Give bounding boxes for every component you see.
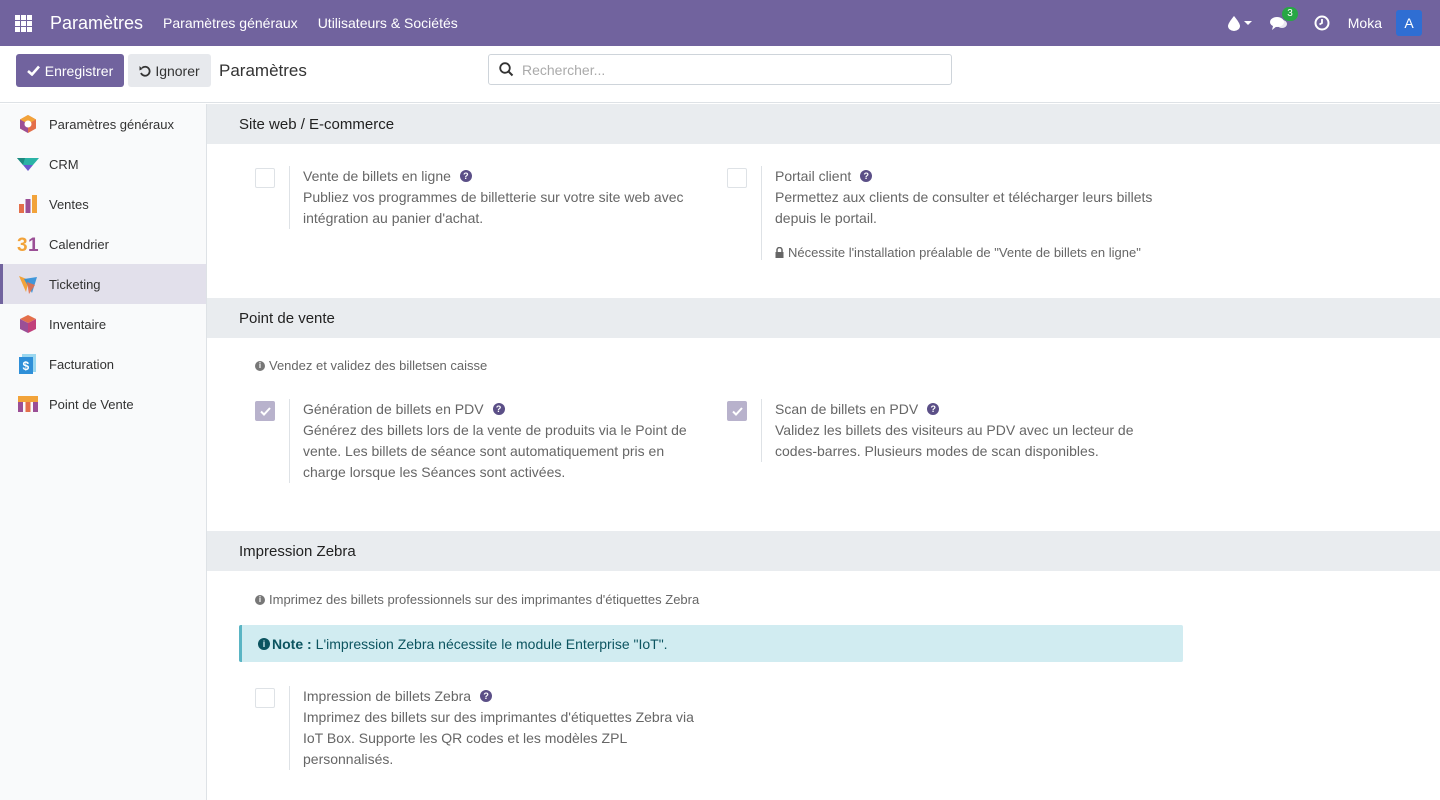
setting-description: Imprimez des billets sur des imprimantes…	[303, 709, 694, 767]
svg-text:1: 1	[28, 235, 39, 254]
sidebar-item-label: Ticketing	[49, 276, 101, 292]
discard-button[interactable]: Ignorer	[128, 54, 211, 87]
help-icon[interactable]: ?	[860, 170, 873, 182]
help-icon[interactable]: ?	[927, 403, 940, 415]
sidebar-item-sales[interactable]: Ventes	[0, 184, 206, 224]
sidebar-item-point-of-sale[interactable]: Point de Vente	[0, 384, 206, 424]
section-info: i Imprimez des billets professionnels su…	[255, 592, 699, 607]
info-icon: i	[255, 360, 265, 371]
menu-users-companies[interactable]: Utilisateurs & Sociétés	[318, 15, 458, 31]
setting-description: Permettez aux clients de consulter et té…	[775, 189, 1153, 226]
section-info: i Vendez et validez des billetsen caisse	[255, 358, 487, 373]
sidebar-item-label: Facturation	[49, 356, 115, 372]
settings-content: Site web / E-commerce Vente de billets e…	[207, 104, 1440, 800]
page-title: Paramètres	[219, 61, 307, 80]
pos-store-icon	[17, 393, 39, 415]
lock-icon	[775, 247, 784, 258]
settings-hexagon-icon	[17, 113, 39, 135]
search-icon	[499, 62, 514, 77]
alert-text: L'impression Zebra nécessite le module E…	[315, 635, 668, 652]
ticketing-icon	[17, 273, 39, 295]
alert-label: Note :	[272, 635, 312, 652]
svg-text:$: $	[23, 359, 30, 373]
check-icon	[731, 406, 743, 416]
help-icon[interactable]: ?	[480, 690, 493, 702]
sidebar-item-general-settings[interactable]: Paramètres généraux	[0, 104, 206, 144]
messages-button[interactable]: 3	[1269, 6, 1298, 31]
discard-label: Ignorer	[155, 62, 200, 79]
user-name[interactable]: Moka	[1348, 15, 1382, 31]
undo-icon	[139, 65, 151, 77]
setting-description: Publiez vos programmes de billetterie su…	[303, 189, 684, 226]
check-icon	[26, 65, 40, 76]
info-icon: i	[258, 637, 270, 650]
zebra-note-alert: i Note : L'impression Zebra nécessite le…	[239, 625, 1183, 662]
setting-requirement-note: Nécessite l'installation préalable de "V…	[788, 245, 1141, 260]
pos-scan-checkbox[interactable]	[727, 401, 747, 421]
menu-general-settings[interactable]: Paramètres généraux	[163, 15, 298, 31]
zebra-printing-checkbox[interactable]	[255, 688, 275, 708]
sidebar-item-label: Paramètres généraux	[49, 116, 175, 132]
sidebar-item-label: Ventes	[49, 196, 89, 212]
activities-button[interactable]	[1314, 15, 1330, 31]
setting-description: Validez les billets des visiteurs au PDV…	[775, 422, 1134, 459]
help-icon[interactable]: ?	[459, 170, 472, 182]
sidebar-item-crm[interactable]: CRM	[0, 144, 206, 184]
crm-icon	[17, 153, 39, 175]
setting-title: Scan de billets en PDV	[775, 401, 919, 417]
invoicing-icon: $	[17, 353, 39, 375]
help-icon[interactable]: ?	[492, 403, 505, 415]
setting-title: Impression de billets Zebra	[303, 688, 472, 704]
search-box[interactable]	[488, 54, 952, 85]
setting-title: Portail client	[775, 168, 852, 184]
avatar[interactable]: A	[1396, 10, 1422, 36]
control-panel: Enregistrer Ignorer Paramètres	[0, 46, 1440, 103]
settings-sidebar: Paramètres généraux CRM Ventes 31 Calend…	[0, 104, 207, 800]
section-title-pos: Point de vente	[207, 298, 1440, 338]
setting-title: Génération de billets en PDV	[303, 401, 484, 417]
sidebar-item-invoicing[interactable]: $ Facturation	[0, 344, 206, 384]
setting-description: Générez des billets lors de la vente de …	[303, 422, 687, 480]
sidebar-item-calendar[interactable]: 31 Calendrier	[0, 224, 206, 264]
search-input[interactable]	[522, 61, 922, 78]
check-icon	[259, 406, 271, 416]
sidebar-item-label: Inventaire	[49, 316, 107, 332]
save-button[interactable]: Enregistrer	[16, 54, 124, 87]
customer-portal-checkbox[interactable]	[727, 168, 747, 188]
debug-dropdown[interactable]	[1227, 15, 1252, 31]
droplet-icon	[1227, 15, 1240, 31]
svg-text:3: 3	[17, 235, 28, 254]
info-icon: i	[255, 594, 265, 605]
setting-title: Vente de billets en ligne	[303, 168, 451, 184]
inventory-cube-icon	[17, 313, 39, 335]
apps-menu-icon[interactable]	[0, 0, 46, 46]
sidebar-item-inventory[interactable]: Inventaire	[0, 304, 206, 344]
app-title[interactable]: Paramètres	[50, 13, 143, 34]
clock-icon	[1314, 15, 1330, 31]
pos-generation-checkbox[interactable]	[255, 401, 275, 421]
message-count-badge: 3	[1282, 6, 1298, 21]
sidebar-item-ticketing[interactable]: Ticketing	[0, 264, 206, 304]
section-title-website: Site web / E-commerce	[207, 104, 1440, 144]
sidebar-item-label: CRM	[49, 156, 79, 172]
sales-chart-icon	[17, 193, 39, 215]
top-navbar: Paramètres Paramètres généraux Utilisate…	[0, 0, 1440, 46]
calendar-icon: 31	[17, 233, 39, 255]
sidebar-item-label: Calendrier	[49, 236, 109, 252]
sidebar-item-label: Point de Vente	[49, 396, 134, 412]
save-label: Enregistrer	[44, 62, 114, 79]
online-ticketing-checkbox[interactable]	[255, 168, 275, 188]
section-title-zebra: Impression Zebra	[207, 531, 1440, 571]
